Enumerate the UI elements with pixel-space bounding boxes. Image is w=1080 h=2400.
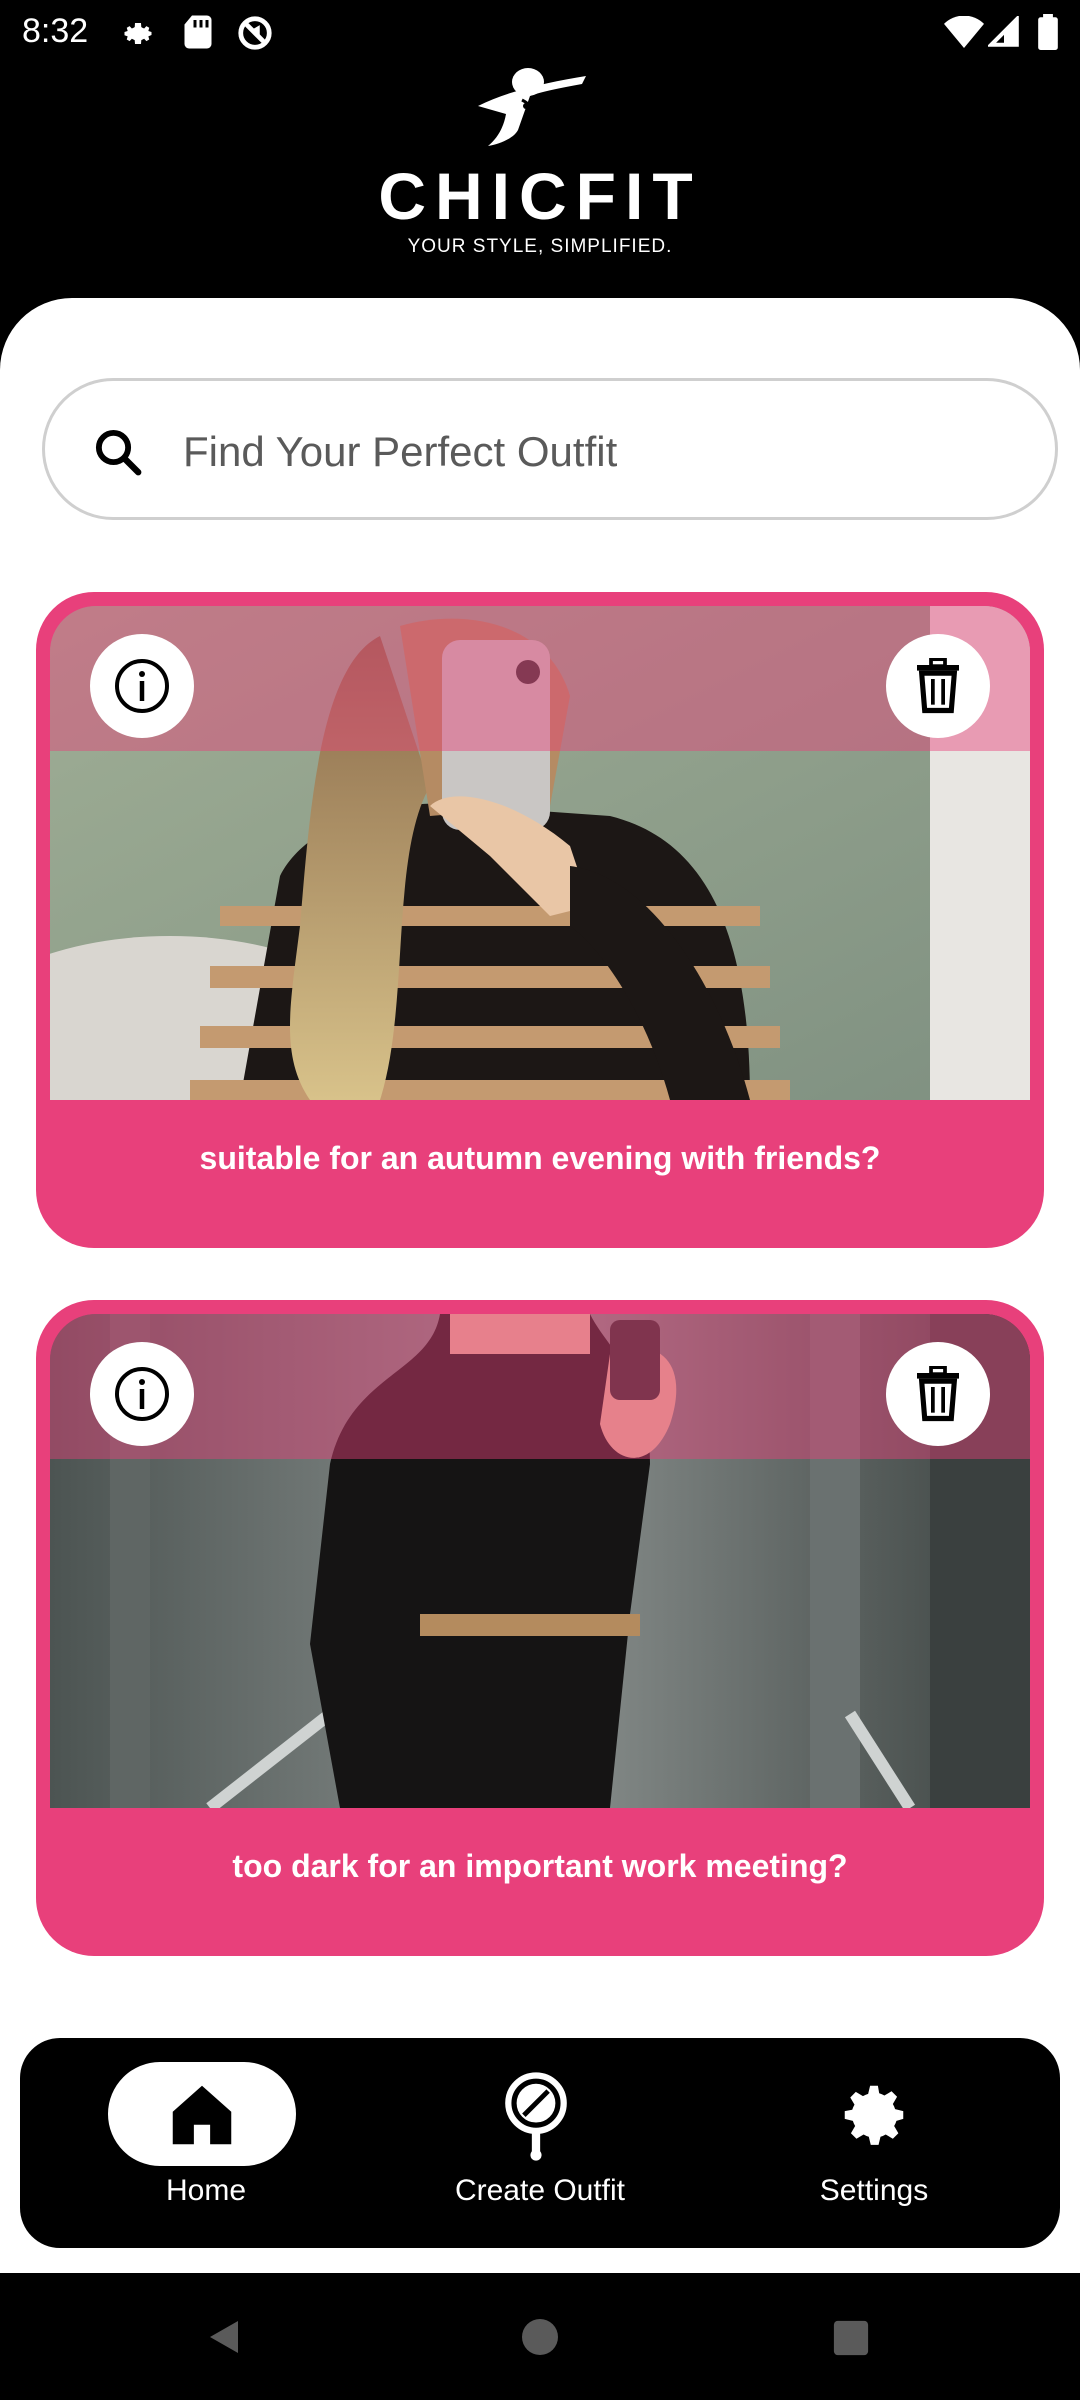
cell-signal-icon [988,16,1019,47]
photo-tint [50,606,1030,751]
sd-card-icon [184,15,212,49]
trash-icon [917,1366,959,1422]
home-circle-icon[interactable] [520,2317,560,2357]
brand-tagline: YOUR STYLE, SIMPLIFIED. [407,236,673,257]
photo-tint [50,1314,1030,1459]
info-button[interactable] [90,634,194,738]
nav-label: Home [165,2174,247,2207]
system-navigation-bar [0,2273,1080,2400]
brand-name: CHICFIT [378,159,702,233]
search-input[interactable] [181,417,1005,487]
nav-settings[interactable]: Settings [704,2038,1044,2248]
delete-button[interactable] [886,634,990,738]
wifi-icon [944,16,984,48]
outfit-photo[interactable] [50,606,1030,1100]
search-icon [95,429,142,476]
status-time: 8:32 [22,12,89,50]
outfit-card[interactable]: suitable for an autumn evening with frie… [36,592,1044,1248]
nav-label: Create Outfit [454,2174,626,2207]
trash-icon [917,658,959,714]
nav-create-outfit[interactable]: Create Outfit [370,2038,710,2248]
back-icon[interactable] [204,2317,244,2357]
search-bar[interactable] [42,378,1058,520]
delete-button[interactable] [886,1342,990,1446]
outfit-caption: too dark for an important work meeting? [232,1848,848,1884]
info-icon [115,1367,169,1421]
logo-icon [478,68,586,146]
outfit-caption: suitable for an autumn evening with frie… [199,1140,881,1176]
info-icon [115,659,169,713]
app-header: CHICFIT YOUR STYLE, SIMPLIFIED. [0,60,1080,300]
nav-label: Settings [819,2174,929,2207]
home-icon [172,2085,232,2145]
outfit-photo[interactable] [50,1314,1030,1808]
status-bar: 8:32 [0,0,1080,64]
battery-icon [1038,14,1058,50]
bottom-navigation: Home Create Outfit Settings [20,2038,1060,2248]
gear-icon [844,2085,904,2145]
gear-icon [124,23,152,44]
main-content: suitable for an autumn evening with frie… [0,298,1080,2273]
outfit-card[interactable]: too dark for an important work meeting? [36,1300,1044,1956]
info-button[interactable] [90,1342,194,1446]
nav-home[interactable]: Home [36,2038,376,2248]
recents-icon[interactable] [832,2319,870,2357]
mirror-icon [505,2072,567,2161]
no-sync-icon [238,16,272,50]
